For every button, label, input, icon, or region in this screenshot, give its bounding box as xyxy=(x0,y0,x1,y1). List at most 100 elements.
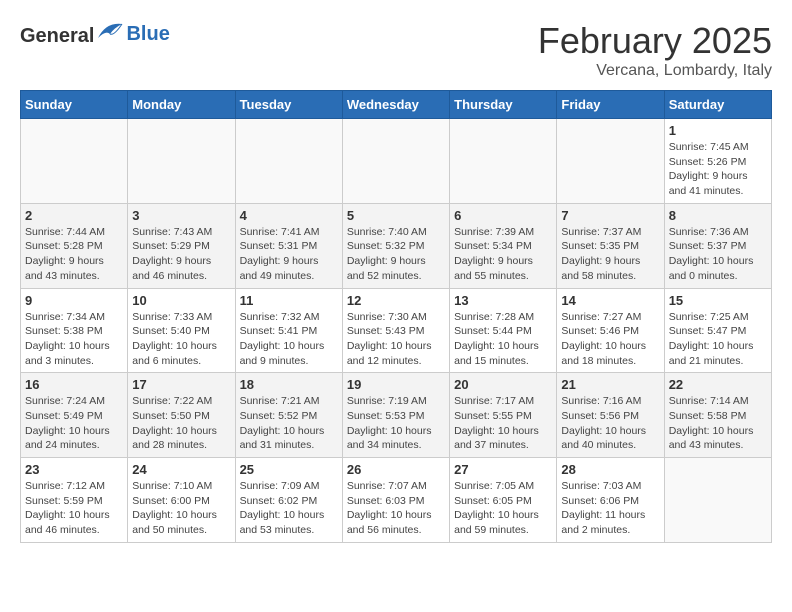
logo-bird-icon xyxy=(96,20,124,42)
day-info: Sunrise: 7:37 AMSunset: 5:35 PMDaylight:… xyxy=(561,225,659,284)
calendar-day-cell: 8 Sunrise: 7:36 AMSunset: 5:37 PMDaylight… xyxy=(664,203,771,288)
calendar-day-cell xyxy=(342,119,449,204)
day-number: 16 xyxy=(25,377,123,392)
calendar-header-row: SundayMondayTuesdayWednesdayThursdayFrid… xyxy=(21,91,772,119)
calendar-day-cell: 11 Sunrise: 7:32 AMSunset: 5:41 PMDayligh… xyxy=(235,288,342,373)
day-info: Sunrise: 7:34 AMSunset: 5:38 PMDaylight:… xyxy=(25,310,123,369)
day-number: 10 xyxy=(132,293,230,308)
calendar-day-cell xyxy=(450,119,557,204)
day-info: Sunrise: 7:39 AMSunset: 5:34 PMDaylight:… xyxy=(454,225,552,284)
day-number: 19 xyxy=(347,377,445,392)
day-info: Sunrise: 7:25 AMSunset: 5:47 PMDaylight:… xyxy=(669,310,767,369)
day-number: 24 xyxy=(132,462,230,477)
calendar-day-cell xyxy=(21,119,128,204)
day-number: 2 xyxy=(25,208,123,223)
calendar-day-cell: 17 Sunrise: 7:22 AMSunset: 5:50 PMDayligh… xyxy=(128,373,235,458)
calendar-header-saturday: Saturday xyxy=(664,91,771,119)
calendar-week-row: 23Sunrise: 7:12 AMSunset: 5:59 PMDayligh… xyxy=(21,458,772,543)
day-number: 18 xyxy=(240,377,338,392)
calendar-header-sunday: Sunday xyxy=(21,91,128,119)
day-info: Sunrise: 7:43 AMSunset: 5:29 PMDaylight:… xyxy=(132,225,230,284)
calendar-day-cell: 15Sunrise: 7:25 AMSunset: 5:47 PMDayligh… xyxy=(664,288,771,373)
calendar-day-cell xyxy=(557,119,664,204)
day-info: Sunrise: 7:44 AMSunset: 5:28 PMDaylight:… xyxy=(25,225,123,284)
day-info: Sunrise: 7:41 AMSunset: 5:31 PMDaylight:… xyxy=(240,225,338,284)
day-info: Sunrise: 7:32 AMSunset: 5:41 PMDaylight:… xyxy=(240,310,338,369)
day-info: Sunrise: 7:22 AMSunset: 5:50 PMDaylight:… xyxy=(132,394,230,453)
day-number: 1 xyxy=(669,123,767,138)
day-number: 5 xyxy=(347,208,445,223)
day-info: Sunrise: 7:33 AMSunset: 5:40 PMDaylight:… xyxy=(132,310,230,369)
day-number: 28 xyxy=(561,462,659,477)
day-info: Sunrise: 7:24 AMSunset: 5:49 PMDaylight:… xyxy=(25,394,123,453)
day-info: Sunrise: 7:17 AMSunset: 5:55 PMDaylight:… xyxy=(454,394,552,453)
day-info: Sunrise: 7:45 AMSunset: 5:26 PMDaylight:… xyxy=(669,140,767,199)
calendar-header-wednesday: Wednesday xyxy=(342,91,449,119)
calendar-day-cell: 4Sunrise: 7:41 AMSunset: 5:31 PMDaylight… xyxy=(235,203,342,288)
calendar-day-cell xyxy=(664,458,771,543)
calendar-day-cell: 9 Sunrise: 7:34 AMSunset: 5:38 PMDaylight… xyxy=(21,288,128,373)
day-number: 25 xyxy=(240,462,338,477)
calendar-day-cell: 3 Sunrise: 7:43 AMSunset: 5:29 PMDaylight… xyxy=(128,203,235,288)
day-number: 9 xyxy=(25,293,123,308)
day-number: 11 xyxy=(240,293,338,308)
calendar-table: SundayMondayTuesdayWednesdayThursdayFrid… xyxy=(20,90,772,543)
calendar-day-cell: 12 Sunrise: 7:30 AMSunset: 5:43 PMDayligh… xyxy=(342,288,449,373)
calendar-day-cell: 1 Sunrise: 7:45 AMSunset: 5:26 PMDaylight… xyxy=(664,119,771,204)
day-number: 3 xyxy=(132,208,230,223)
calendar-day-cell: 23Sunrise: 7:12 AMSunset: 5:59 PMDayligh… xyxy=(21,458,128,543)
day-number: 17 xyxy=(132,377,230,392)
logo-blue: Blue xyxy=(126,23,169,45)
day-info: Sunrise: 7:27 AMSunset: 5:46 PMDaylight:… xyxy=(561,310,659,369)
logo: General Blue xyxy=(20,20,170,48)
day-number: 22 xyxy=(669,377,767,392)
day-info: Sunrise: 7:09 AMSunset: 6:02 PMDaylight:… xyxy=(240,479,338,538)
day-number: 14 xyxy=(561,293,659,308)
calendar-day-cell: 18 Sunrise: 7:21 AMSunset: 5:52 PMDayligh… xyxy=(235,373,342,458)
day-number: 8 xyxy=(669,208,767,223)
day-info: Sunrise: 7:05 AMSunset: 6:05 PMDaylight:… xyxy=(454,479,552,538)
calendar-day-cell xyxy=(128,119,235,204)
calendar-day-cell: 13Sunrise: 7:28 AMSunset: 5:44 PMDayligh… xyxy=(450,288,557,373)
day-info: Sunrise: 7:19 AMSunset: 5:53 PMDaylight:… xyxy=(347,394,445,453)
title-section: February 2025 Vercana, Lombardy, Italy xyxy=(538,20,772,80)
day-info: Sunrise: 7:07 AMSunset: 6:03 PMDaylight:… xyxy=(347,479,445,538)
month-title: February 2025 xyxy=(538,20,772,62)
day-info: Sunrise: 7:30 AMSunset: 5:43 PMDaylight:… xyxy=(347,310,445,369)
day-number: 6 xyxy=(454,208,552,223)
calendar-header-thursday: Thursday xyxy=(450,91,557,119)
calendar-day-cell: 6 Sunrise: 7:39 AMSunset: 5:34 PMDaylight… xyxy=(450,203,557,288)
day-number: 7 xyxy=(561,208,659,223)
calendar-day-cell: 25 Sunrise: 7:09 AMSunset: 6:02 PMDayligh… xyxy=(235,458,342,543)
calendar-week-row: 16 Sunrise: 7:24 AMSunset: 5:49 PMDayligh… xyxy=(21,373,772,458)
day-number: 27 xyxy=(454,462,552,477)
location-subtitle: Vercana, Lombardy, Italy xyxy=(538,62,772,80)
calendar-day-cell: 5 Sunrise: 7:40 AMSunset: 5:32 PMDaylight… xyxy=(342,203,449,288)
calendar-week-row: 1 Sunrise: 7:45 AMSunset: 5:26 PMDaylight… xyxy=(21,119,772,204)
day-number: 26 xyxy=(347,462,445,477)
day-number: 13 xyxy=(454,293,552,308)
calendar-day-cell: 27 Sunrise: 7:05 AMSunset: 6:05 PMDayligh… xyxy=(450,458,557,543)
calendar-header-monday: Monday xyxy=(128,91,235,119)
day-number: 21 xyxy=(561,377,659,392)
calendar-day-cell: 19 Sunrise: 7:19 AMSunset: 5:53 PMDayligh… xyxy=(342,373,449,458)
day-info: Sunrise: 7:03 AMSunset: 6:06 PMDaylight:… xyxy=(561,479,659,538)
day-info: Sunrise: 7:12 AMSunset: 5:59 PMDaylight:… xyxy=(25,479,123,538)
calendar-day-cell: 26 Sunrise: 7:07 AMSunset: 6:03 PMDayligh… xyxy=(342,458,449,543)
calendar-day-cell: 21Sunrise: 7:16 AMSunset: 5:56 PMDayligh… xyxy=(557,373,664,458)
calendar-day-cell: 7 Sunrise: 7:37 AMSunset: 5:35 PMDaylight… xyxy=(557,203,664,288)
calendar-header-tuesday: Tuesday xyxy=(235,91,342,119)
day-info: Sunrise: 7:36 AMSunset: 5:37 PMDaylight:… xyxy=(669,225,767,284)
day-info: Sunrise: 7:21 AMSunset: 5:52 PMDaylight:… xyxy=(240,394,338,453)
calendar-week-row: 2 Sunrise: 7:44 AMSunset: 5:28 PMDaylight… xyxy=(21,203,772,288)
calendar-header-friday: Friday xyxy=(557,91,664,119)
day-info: Sunrise: 7:40 AMSunset: 5:32 PMDaylight:… xyxy=(347,225,445,284)
calendar-week-row: 9 Sunrise: 7:34 AMSunset: 5:38 PMDaylight… xyxy=(21,288,772,373)
calendar-day-cell: 28 Sunrise: 7:03 AMSunset: 6:06 PMDayligh… xyxy=(557,458,664,543)
calendar-day-cell: 16 Sunrise: 7:24 AMSunset: 5:49 PMDayligh… xyxy=(21,373,128,458)
calendar-day-cell: 2 Sunrise: 7:44 AMSunset: 5:28 PMDaylight… xyxy=(21,203,128,288)
logo-general: General xyxy=(20,25,94,47)
page-header: General Blue February 2025 Vercana, Lomb… xyxy=(20,20,772,80)
calendar-day-cell: 20Sunrise: 7:17 AMSunset: 5:55 PMDayligh… xyxy=(450,373,557,458)
day-number: 12 xyxy=(347,293,445,308)
